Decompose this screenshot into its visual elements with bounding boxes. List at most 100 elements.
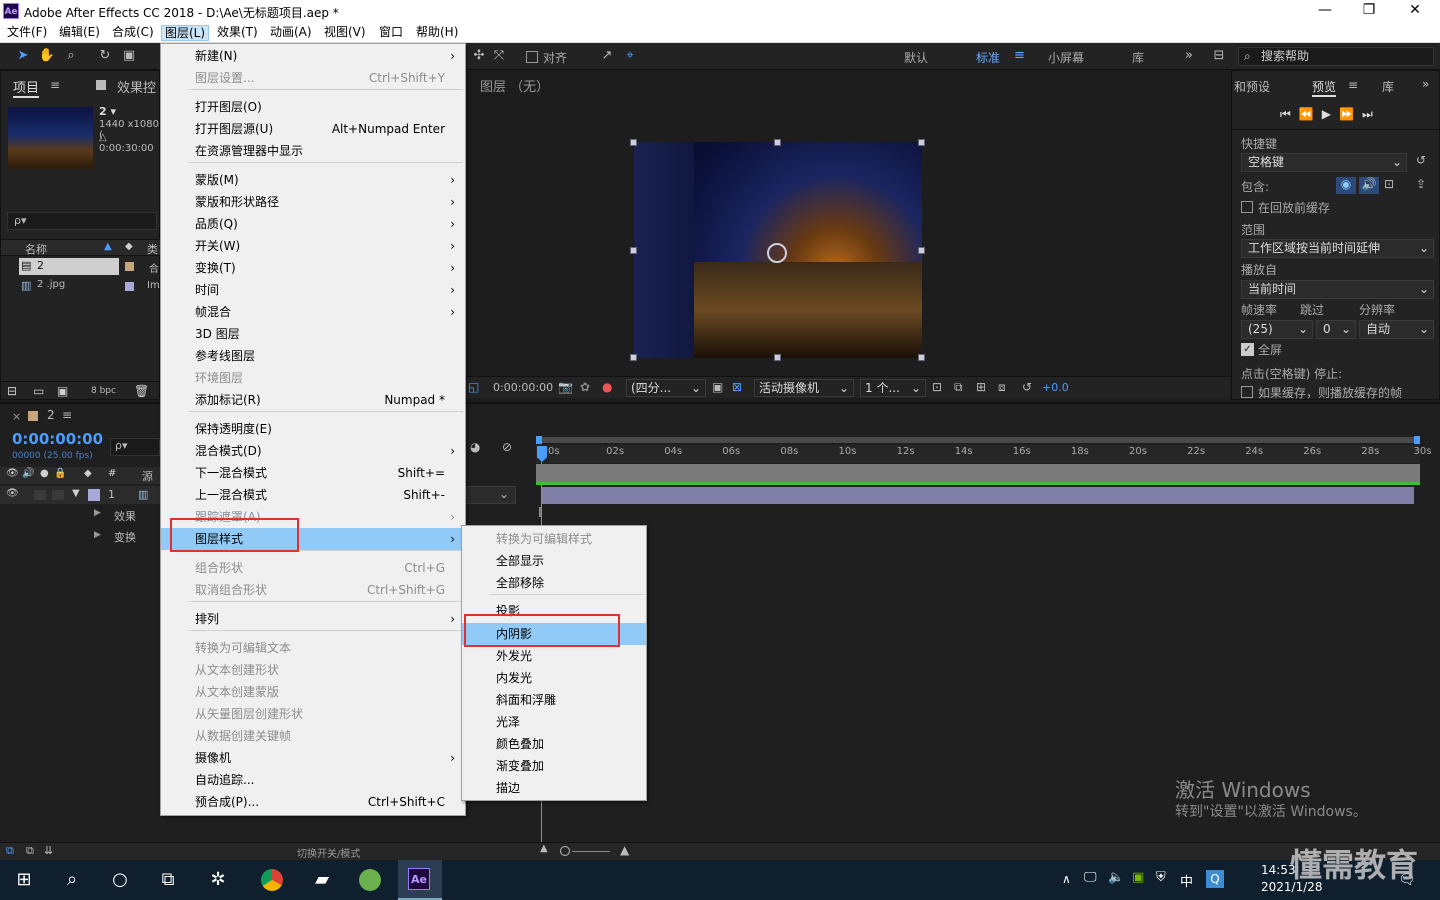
network-icon[interactable]: 🖵: [1084, 870, 1097, 885]
sort-asc-icon[interactable]: ▲: [104, 241, 112, 252]
panel-menu-icon[interactable]: ≡: [62, 408, 72, 422]
volume-icon[interactable]: 🔈: [1108, 870, 1124, 885]
menu-edit[interactable]: 编辑(E): [56, 25, 103, 41]
pin-bend-icon[interactable]: ⤧: [490, 47, 508, 65]
draft-3d-icon[interactable]: ⧉: [954, 380, 963, 395]
tab-effect-controls[interactable]: 效果控: [117, 77, 156, 96]
trash-icon[interactable]: 🗑: [134, 384, 149, 398]
zoom-tool-icon[interactable]: ⌕: [62, 47, 80, 65]
task-view-icon[interactable]: ⧉: [148, 864, 188, 896]
submenu-item-remove-all[interactable]: 全部移除: [462, 572, 646, 594]
menu-item-mask[interactable]: 蒙版(M) ›: [161, 169, 465, 191]
more-workspaces-icon[interactable]: »: [1180, 47, 1198, 65]
show-hidden-icons[interactable]: ∧: [1062, 872, 1071, 886]
tab-library[interactable]: 库: [1382, 78, 1394, 95]
transform-handle[interactable]: [630, 139, 637, 146]
menu-item-transform[interactable]: 变换(T) ›: [161, 257, 465, 279]
video-icon[interactable]: ◉: [1336, 177, 1356, 194]
transparency-grid-icon[interactable]: ⊠: [732, 380, 742, 394]
expand-arrow-icon[interactable]: ▶: [94, 508, 101, 518]
align-checkbox[interactable]: [526, 51, 538, 63]
show-snapshot-icon[interactable]: ✿: [580, 380, 590, 394]
visibility-icon[interactable]: 👁: [6, 468, 19, 479]
menu-item-arrange[interactable]: 排列 ›: [161, 608, 465, 630]
column-name[interactable]: 名称: [25, 241, 47, 257]
menu-item-pre-compose[interactable]: 预合成(P)... Ctrl+Shift+C: [161, 791, 465, 813]
tab-effects-presets[interactable]: 和预设: [1234, 78, 1270, 95]
submenu-item-bevel-emboss[interactable]: 斜面和浮雕: [462, 689, 646, 711]
new-folder-icon[interactable]: ▭: [33, 384, 44, 398]
rotate-tool-icon[interactable]: ↻: [96, 47, 114, 65]
cache-checkbox[interactable]: [1241, 201, 1253, 213]
play-from-select[interactable]: 当前时间 ⌄: [1241, 280, 1434, 299]
resolution-select[interactable]: (四分... ⌄: [626, 379, 706, 397]
menu-item-switches[interactable]: 开关(W) ›: [161, 235, 465, 257]
timeline-link-icon[interactable]: ⊞: [976, 380, 986, 394]
menu-item-next-blend-mode[interactable]: 下一混合模式 Shift+=: [161, 462, 465, 484]
resolution-select[interactable]: 自动 ⌄: [1359, 320, 1434, 339]
menu-item-add-marker[interactable]: 添加标记(R) Numpad *: [161, 389, 465, 411]
pin-tool-icon[interactable]: ✣: [470, 47, 488, 65]
maximize-button[interactable]: ❐: [1346, 2, 1392, 18]
exposure-value[interactable]: +0.0: [1042, 381, 1069, 394]
zoom-slider-track[interactable]: [572, 851, 610, 852]
menu-item-prev-blend-mode[interactable]: 上一混合模式 Shift+-: [161, 484, 465, 506]
submenu-item-color-overlay[interactable]: 颜色叠加: [462, 733, 646, 755]
submenu-item-outer-glow[interactable]: 外发光: [462, 645, 646, 667]
next-frame-icon[interactable]: ⏩: [1339, 107, 1362, 121]
layer-row[interactable]: 👁 ▼ 1 ▥: [0, 486, 160, 504]
transform-handle[interactable]: [630, 354, 637, 361]
layer-bar[interactable]: [542, 487, 1414, 504]
channel-icon[interactable]: ●: [602, 380, 612, 394]
composition-mini-icon[interactable]: ⧉: [6, 844, 14, 858]
menu-layer[interactable]: 图层(L): [161, 25, 210, 41]
transform-handle[interactable]: [630, 247, 637, 254]
menu-item-preserve-transparency[interactable]: 保持透明度(E): [161, 418, 465, 440]
watermelon-app-icon[interactable]: [350, 864, 390, 896]
view-layout-select[interactable]: 1 个... ⌄: [860, 379, 926, 397]
menu-help[interactable]: 帮助(H): [413, 25, 461, 41]
expand-arrow-icon[interactable]: ▶: [94, 530, 101, 540]
menu-item-camera[interactable]: 摄像机 ›: [161, 747, 465, 769]
ime-indicator[interactable]: 中: [1180, 871, 1193, 890]
cortana-icon[interactable]: ○: [100, 864, 140, 896]
workspace-small-screen[interactable]: 小屏幕: [1048, 49, 1084, 66]
project-search-input[interactable]: ρ▾: [7, 212, 157, 230]
play-cached-checkbox[interactable]: [1241, 386, 1253, 398]
search-help-input[interactable]: ⌕ 搜索帮助: [1238, 47, 1434, 66]
graph-editor-icon[interactable]: ⊘: [502, 440, 512, 454]
label-color-swatch[interactable]: [125, 262, 134, 271]
more-panels-icon[interactable]: »: [1422, 77, 1429, 91]
camera-view-select[interactable]: 活动摄像机 ⌄: [754, 379, 854, 397]
camera-tool-icon[interactable]: ▣: [120, 47, 138, 65]
layer-label-swatch[interactable]: [88, 489, 100, 501]
flowchart-icon[interactable]: ⧈: [998, 380, 1006, 395]
transform-handle[interactable]: [918, 354, 925, 361]
minimize-button[interactable]: —: [1302, 2, 1348, 18]
nvidia-icon[interactable]: ▣: [1132, 870, 1144, 885]
close-button[interactable]: ✕: [1392, 2, 1438, 18]
column-type[interactable]: 类: [147, 241, 158, 257]
comp-name[interactable]: 2 ▾: [99, 105, 116, 118]
label-color-swatch[interactable]: [125, 282, 134, 291]
sync-settings-icon[interactable]: ⊟: [1210, 47, 1228, 65]
search-icon[interactable]: ⌕: [52, 864, 92, 896]
transform-handle[interactable]: [918, 247, 925, 254]
audio-icon[interactable]: 🔊: [1359, 177, 1379, 194]
audio-toggle-icon[interactable]: 🔊: [22, 468, 34, 479]
panel-menu-icon[interactable]: ≡: [50, 78, 60, 92]
reset-exposure-icon[interactable]: ↺: [1022, 380, 1032, 394]
reset-icon[interactable]: ↺: [1416, 153, 1426, 167]
menu-window[interactable]: 窗口: [376, 25, 406, 41]
qq-icon[interactable]: Q: [1206, 870, 1224, 888]
menu-item-time[interactable]: 时间 ›: [161, 279, 465, 301]
timeline-search-input[interactable]: ρ▾: [110, 438, 160, 456]
toggle-pixel-aspect-icon[interactable]: ⊡: [932, 380, 942, 394]
first-frame-icon[interactable]: ⏮: [1280, 107, 1299, 121]
tab-project[interactable]: 项目: [13, 77, 40, 98]
column-source[interactable]: 源: [142, 468, 153, 484]
audio-toggle-box[interactable]: [34, 490, 46, 500]
solo-icon[interactable]: ●: [40, 468, 49, 479]
submenu-item-show-all[interactable]: 全部显示: [462, 550, 646, 572]
menu-item-blending-mode[interactable]: 混合模式(D) ›: [161, 440, 465, 462]
